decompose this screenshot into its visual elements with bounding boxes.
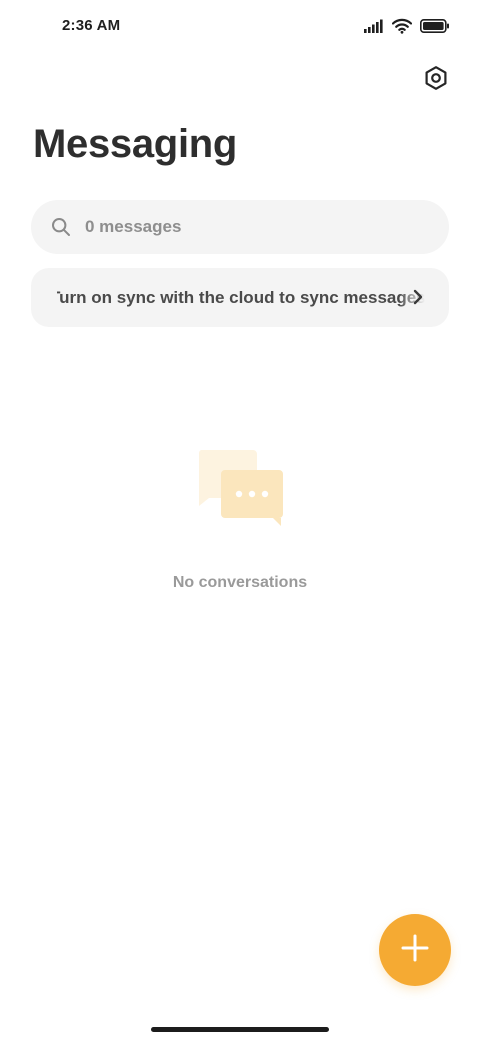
settings-hexagon-icon [423,65,449,96]
status-time: 2:36 AM [62,17,121,34]
search-icon [51,217,71,237]
new-conversation-button[interactable] [379,914,451,986]
plus-icon [400,933,430,968]
status-icons [364,18,450,34]
chevron-right-icon [409,288,427,306]
page-title: Messaging [33,122,238,166]
settings-button[interactable] [420,64,452,96]
search-bar[interactable] [31,200,449,254]
home-indicator[interactable] [151,1027,329,1032]
search-input[interactable] [83,216,407,238]
status-bar: 2:36 AM [0,0,480,52]
empty-state-text: No conversations [172,574,308,591]
messaging-screen: 2:36 AM Messaging 0 messages Turn on syn… [0,0,480,1040]
chat-bubbles-icon [195,448,287,528]
sync-banner-text: Turn on sync with the cloud to sync mess… [57,287,425,307]
cellular-signal-icon [364,19,384,33]
sync-banner-text-container: Turn on sync with the cloud to sync mess… [57,268,425,327]
battery-icon [420,19,450,33]
sync-banner[interactable]: Turn on sync with the cloud to sync mess… [31,268,449,327]
wifi-icon [392,18,412,34]
